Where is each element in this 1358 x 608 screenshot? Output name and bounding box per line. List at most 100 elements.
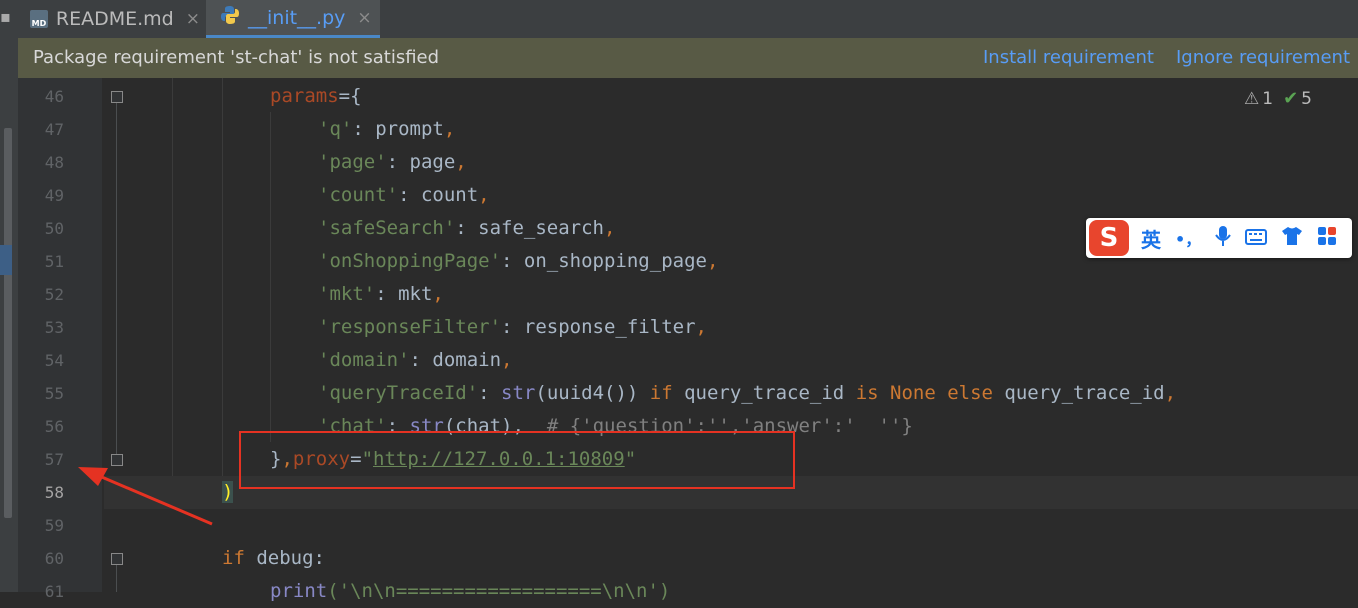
line-number-current: 58 — [44, 483, 64, 502]
inspection-widget[interactable]: ⚠ 1 ✔ 5 — [1244, 88, 1312, 109]
separator: : — [501, 250, 524, 272]
line-number: 51 — [44, 252, 64, 271]
separator: : — [455, 217, 479, 239]
line-number: 57 — [44, 450, 64, 469]
close-icon[interactable]: × — [186, 9, 200, 29]
ime-toolbar[interactable]: S 英 •， — [1086, 218, 1352, 258]
operator: ={ — [338, 85, 362, 107]
annotation-arrow-icon — [78, 467, 213, 526]
toolbox-grid-icon[interactable] — [1317, 226, 1337, 251]
matched-paren: ) — [222, 481, 234, 503]
code-text: query_trace_id — [992, 382, 1165, 404]
indent-guide — [270, 112, 271, 442]
line-number: 54 — [44, 351, 64, 370]
tab-init-py-label: __init__.py — [248, 6, 346, 29]
skin-shirt-icon[interactable] — [1281, 226, 1303, 251]
dict-value: count — [420, 184, 479, 206]
comma: , — [455, 151, 467, 173]
markdown-file-icon: MD — [30, 10, 48, 28]
code-text: debug: — [244, 547, 325, 569]
warning-icon: ⚠ — [1244, 88, 1260, 109]
close-icon[interactable]: × — [357, 8, 371, 28]
fold-guide — [116, 564, 117, 592]
line-number: 53 — [44, 318, 64, 337]
microphone-icon[interactable] — [1215, 225, 1232, 252]
ime-punctuation-toggle[interactable]: •， — [1175, 226, 1201, 250]
code-line-47: 'q': prompt, — [318, 113, 455, 146]
code-line-48: 'page': page, — [318, 146, 467, 179]
ime-language-toggle[interactable]: 英 — [1141, 224, 1161, 253]
code-line-54: 'domain': domain, — [318, 344, 513, 377]
separator: : — [478, 382, 502, 404]
tab-readme[interactable]: MD README.md × — [30, 0, 200, 38]
tab-bar-edge: ▪ — [0, 7, 11, 26]
comma: , — [478, 184, 490, 206]
line-number: 50 — [44, 219, 64, 238]
builtin-function: print — [270, 580, 328, 602]
dict-key: 'q' — [318, 118, 353, 140]
fold-icon[interactable] — [111, 91, 123, 103]
line-number: 49 — [44, 186, 64, 205]
param-name: params — [270, 85, 339, 107]
code-line-58: ) — [222, 476, 234, 509]
editor-tab-bar: ▪ MD README.md × __init__.py × — [0, 0, 1358, 39]
dict-key: 'domain' — [318, 349, 410, 371]
keyword: if — [649, 382, 673, 404]
python-file-icon — [220, 5, 240, 30]
scroll-position-marker — [0, 245, 12, 275]
dict-value: domain — [432, 349, 502, 371]
line-number: 60 — [44, 549, 64, 568]
install-requirement-link[interactable]: Install requirement — [983, 38, 1154, 78]
code-line-55: 'queryTraceId': str(uuid4()) if query_tr… — [318, 377, 1176, 410]
left-tool-strip — [0, 38, 18, 592]
dict-value: mkt — [398, 283, 433, 305]
code-line-46: params={ — [270, 80, 362, 113]
banner-message: Package requirement 'st-chat' is not sat… — [33, 47, 440, 68]
dict-value: on_shopping_page — [523, 250, 707, 272]
code-text: ('\n\n==================\n\n') — [327, 580, 671, 602]
comma: , — [501, 349, 513, 371]
tab-readme-label: README.md — [55, 8, 174, 30]
dict-value: prompt — [375, 118, 444, 140]
code-line-53: 'responseFilter': response_filter, — [318, 311, 707, 344]
annotation-highlight-box — [239, 431, 795, 489]
tab-init-py[interactable]: __init__.py × — [206, 0, 380, 38]
keyword: else — [947, 382, 993, 404]
check-icon: ✔ — [1283, 88, 1299, 109]
dict-key: 'queryTraceId' — [318, 382, 479, 404]
ignore-requirement-link[interactable]: Ignore requirement — [1176, 38, 1350, 78]
line-number: 52 — [44, 285, 64, 304]
dict-value: page — [409, 151, 456, 173]
line-number: 56 — [44, 417, 64, 436]
dict-key: 'safeSearch' — [318, 217, 456, 239]
keyword: None — [878, 382, 948, 404]
comma: , — [1164, 382, 1177, 404]
code-line-50: 'safeSearch': safe_search, — [318, 212, 615, 245]
dict-key: 'responseFilter' — [318, 316, 502, 338]
line-number: 55 — [44, 384, 64, 403]
fold-icon[interactable] — [111, 553, 123, 565]
fold-guide — [116, 100, 117, 460]
sogou-logo-icon[interactable]: S — [1089, 220, 1129, 256]
warning-count: 1 — [1262, 88, 1274, 109]
dict-key: 'onShoppingPage' — [318, 250, 502, 272]
ok-count: 5 — [1301, 88, 1312, 109]
dict-key: 'page' — [318, 151, 387, 173]
keyword: is — [855, 382, 879, 404]
comma: , — [443, 118, 456, 140]
line-number: 48 — [44, 153, 64, 172]
comma: , — [432, 283, 444, 305]
code-line-49: 'count': count, — [318, 179, 490, 212]
comma: , — [695, 316, 707, 338]
code-line-52: 'mkt': mkt, — [318, 278, 444, 311]
dict-key: 'count' — [318, 184, 399, 206]
line-number: 46 — [44, 87, 64, 106]
line-number: 47 — [44, 120, 64, 139]
scrollbar-thumb[interactable] — [4, 128, 12, 518]
keyboard-icon[interactable] — [1245, 226, 1268, 250]
requirement-warning-banner: Package requirement 'st-chat' is not sat… — [18, 38, 1358, 78]
separator: : — [409, 349, 433, 371]
line-number: 59 — [44, 516, 64, 535]
separator: : — [398, 184, 421, 206]
code-line-51: 'onShoppingPage': on_shopping_page, — [318, 245, 718, 278]
